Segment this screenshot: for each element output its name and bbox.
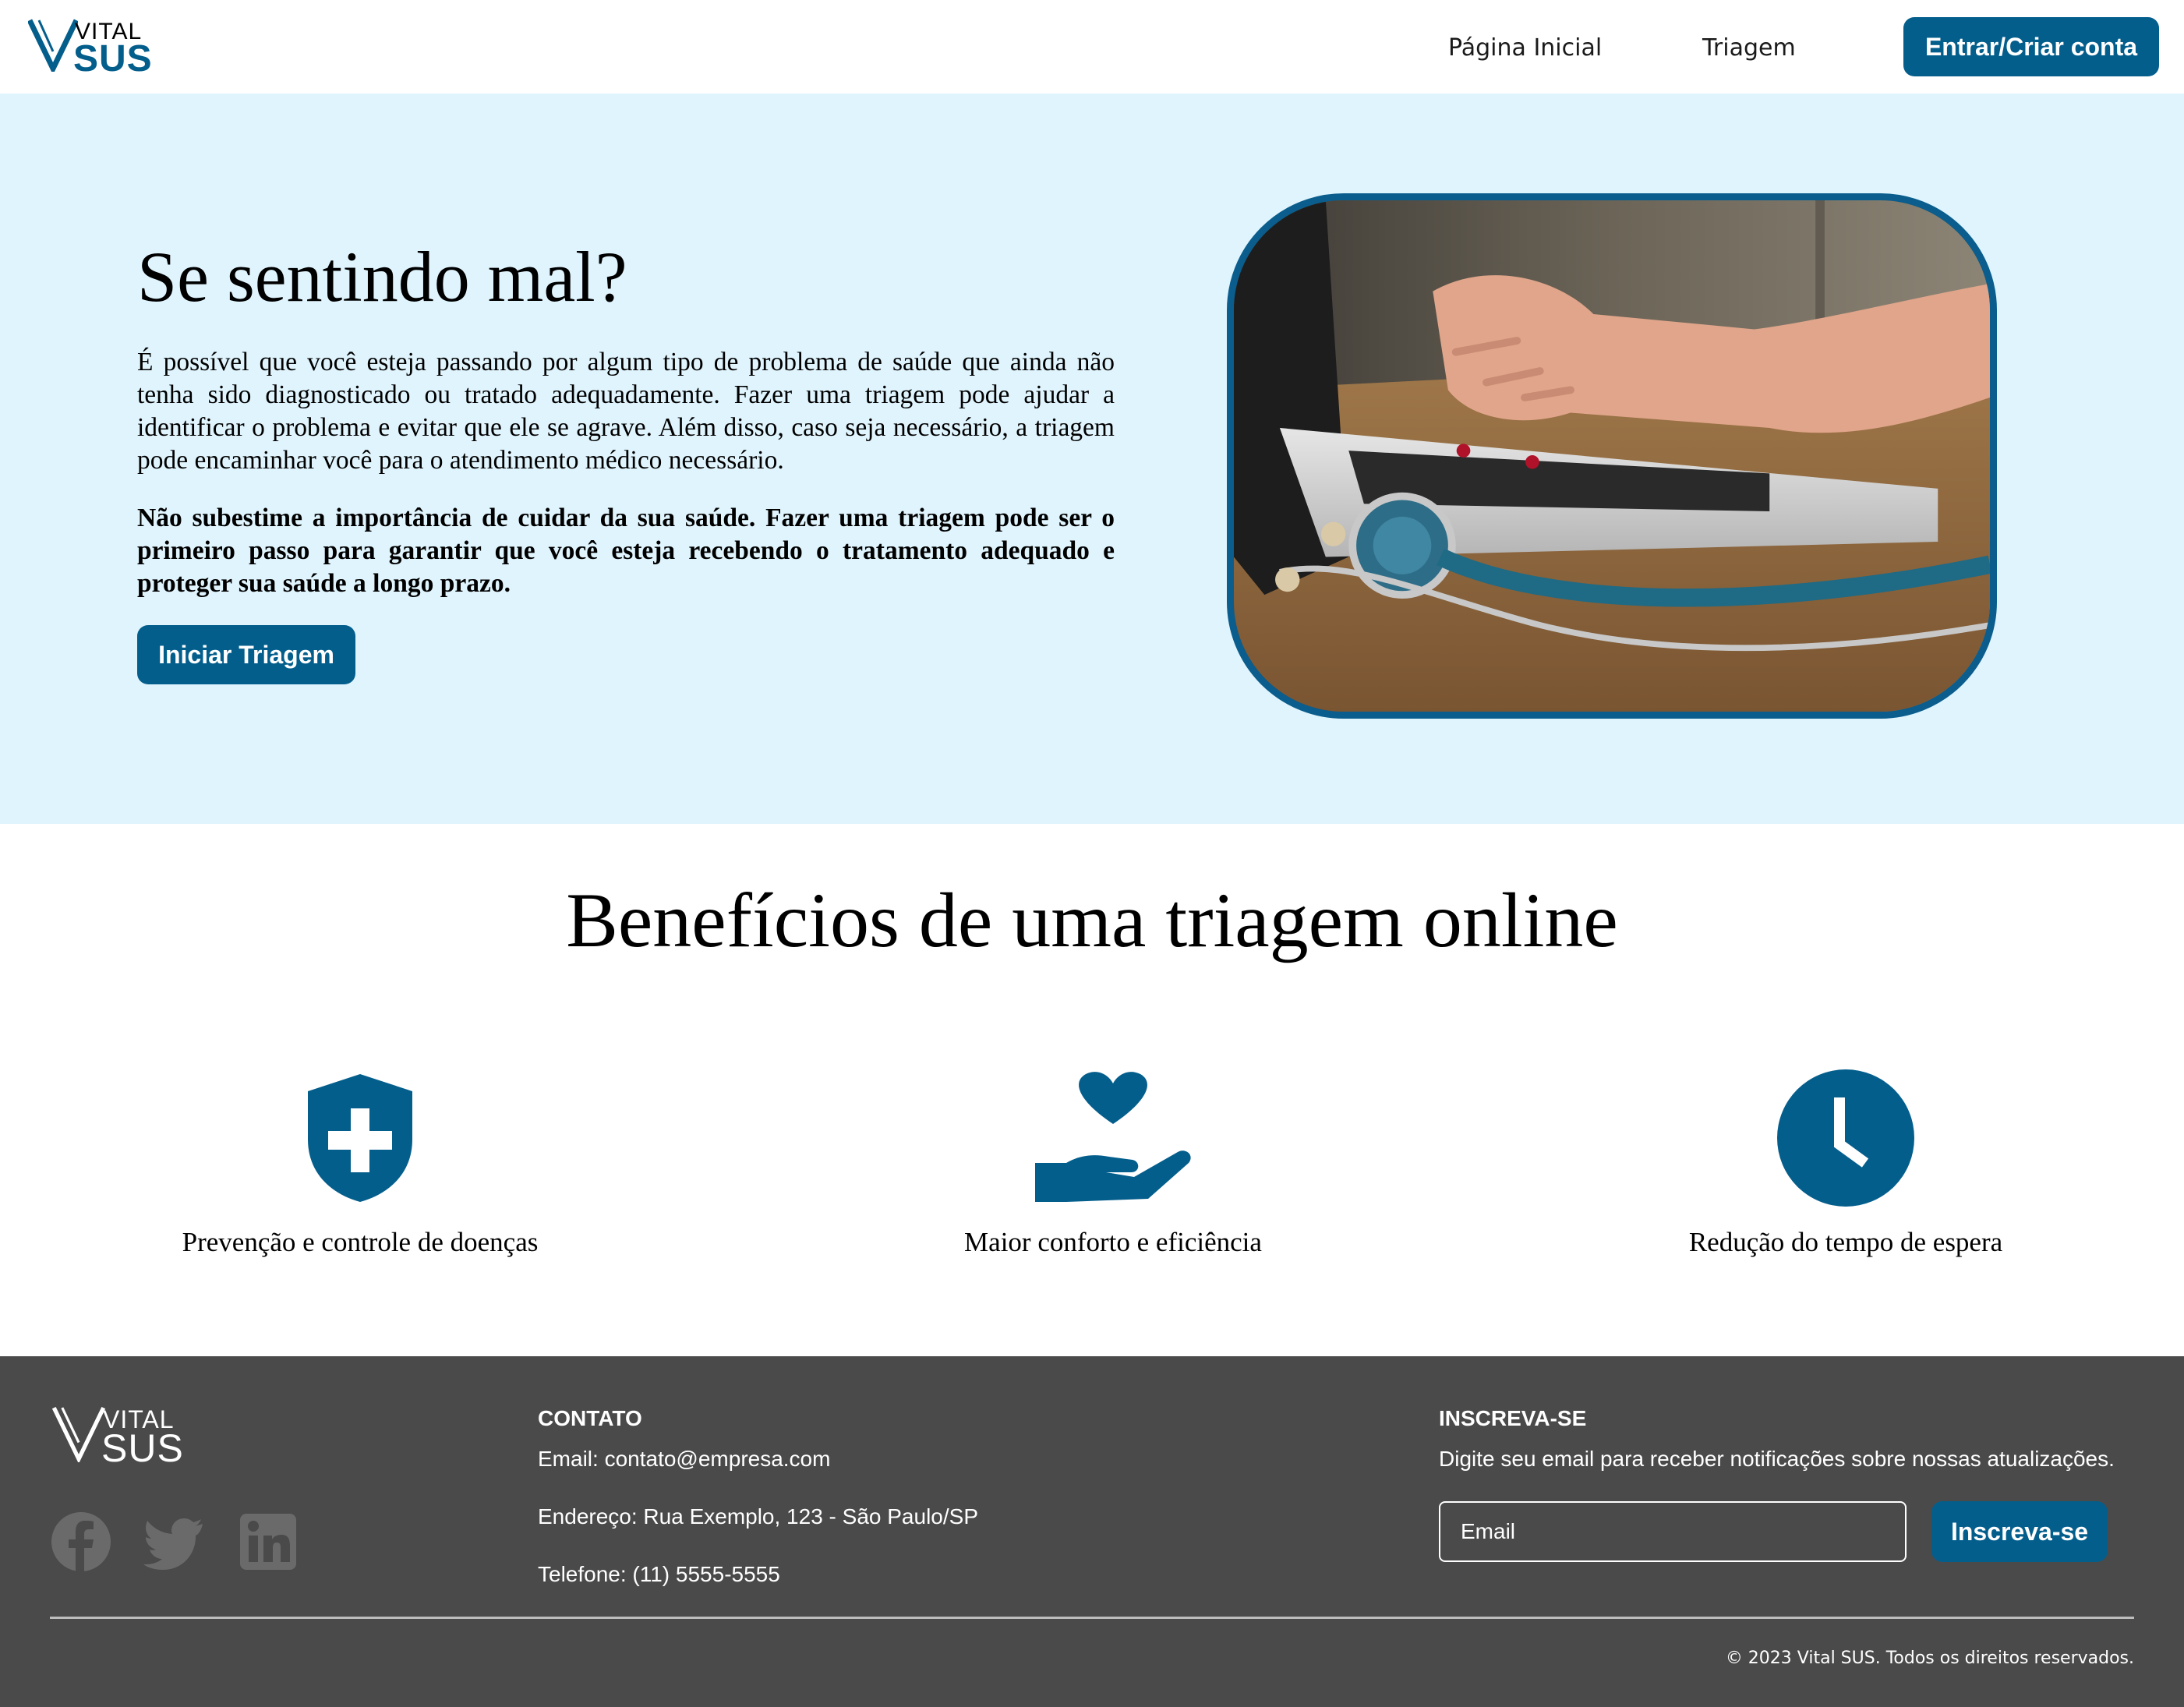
footer-logo-text-bottom: SUS (101, 1426, 184, 1470)
vital-sus-logo[interactable]: VITAL SUS (28, 19, 162, 78)
hero-title: Se sentindo mal? (137, 237, 627, 316)
benefit-label: Redução do tempo de espera (1688, 1227, 2003, 1257)
footer-contact-heading: CONTATO (538, 1406, 642, 1430)
nav-link-triagem[interactable]: Triagem (1702, 31, 1796, 65)
linkedin-icon[interactable] (237, 1511, 299, 1573)
logo-text-bottom: SUS (73, 38, 153, 80)
benefits-title: Benefícios de uma triagem online (566, 877, 1618, 963)
laptop-stethoscope-photo (1227, 193, 1997, 719)
shield-plus-icon (308, 1074, 412, 1202)
footer-logo[interactable]: VITAL SUS (51, 1406, 207, 1468)
site-footer: VITAL SUS CONTATO Email: contato@empresa… (0, 1356, 2184, 1707)
twitter-icon[interactable] (143, 1511, 206, 1573)
hero-paragraph-emphasis: Não subestime a importância de cuidar da… (137, 504, 1115, 598)
login-signup-button[interactable]: Entrar/Criar conta (1903, 17, 2159, 76)
benefit-label: Maior conforto e eficiência (964, 1227, 1262, 1257)
footer-contact-address: Endereço: Rua Exemplo, 123 - São Paulo/S… (538, 1504, 979, 1529)
footer-contact-phone: Telefone: (11) 5555-5555 (538, 1562, 780, 1586)
photo-illustration (1234, 200, 1990, 712)
start-triage-button[interactable]: Iniciar Triagem (137, 625, 355, 684)
subscribe-button[interactable]: Inscreva-se (1931, 1501, 2108, 1562)
hero-paragraph-intro: É possível que você esteja passando por … (137, 348, 1115, 475)
hand-heart-icon (1035, 1072, 1191, 1202)
benefit-item-comfort: Maior conforto e eficiência (840, 1068, 1386, 1260)
nav-link-home[interactable]: Página Inicial (1448, 31, 1602, 65)
site-header: VITAL SUS Página Inicial Triagem Entrar/… (0, 0, 2184, 94)
benefit-item-prevention: Prevenção e controle de doenças (87, 1068, 633, 1260)
facebook-icon[interactable] (50, 1511, 112, 1573)
hero-section: Se sentindo mal? É possível que você est… (0, 94, 2184, 824)
footer-subscribe-text: Digite seu email para receber notificaçõ… (1439, 1447, 2115, 1471)
benefit-item-wait-time: Redução do tempo de espera (1573, 1068, 2119, 1260)
footer-divider (50, 1617, 2134, 1619)
subscribe-email-input[interactable] (1439, 1501, 1907, 1562)
logo-v-mark (28, 19, 78, 72)
footer-contact-email: Email: contato@empresa.com (538, 1447, 831, 1471)
footer-copyright: © 2023 Vital SUS. Todos os direitos rese… (1725, 1649, 2134, 1668)
clock-icon (1777, 1069, 1914, 1207)
benefit-label: Prevenção e controle de doenças (182, 1227, 539, 1257)
footer-subscribe-heading: INSCREVA-SE (1439, 1406, 1587, 1430)
footer-logo-v-mark (51, 1406, 106, 1462)
